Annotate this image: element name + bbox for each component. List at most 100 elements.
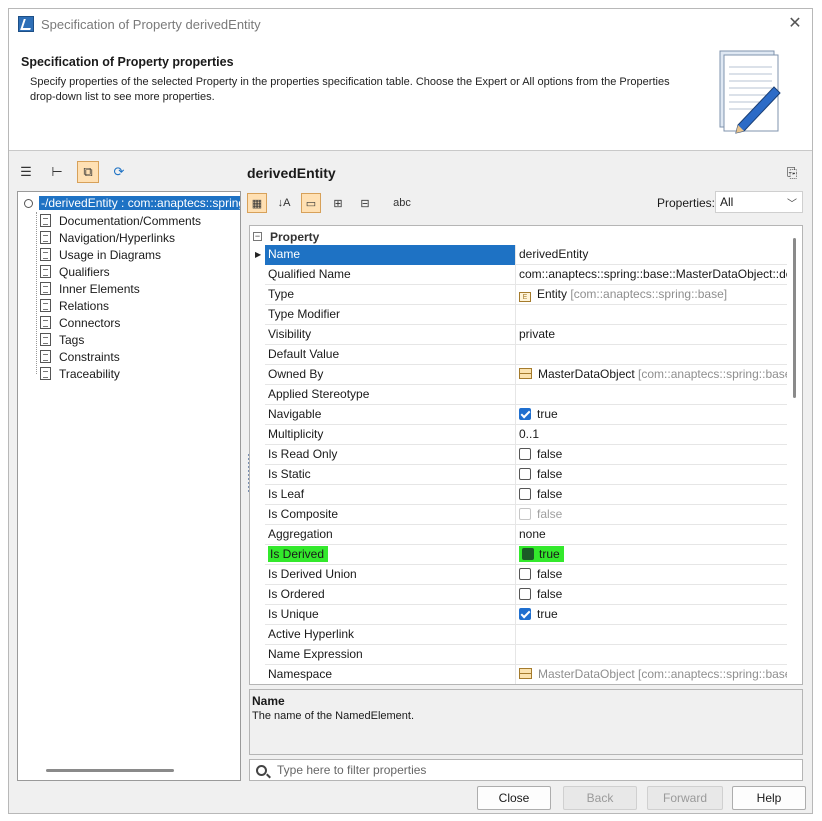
close-window-icon[interactable]: ✕	[786, 15, 804, 33]
tree-horizontal-scrollbar[interactable]	[46, 769, 174, 772]
static-checkbox[interactable]	[519, 468, 531, 480]
property-name: Is Read Only	[265, 445, 516, 465]
chevron-down-icon: ﹀	[787, 199, 797, 210]
property-value[interactable]: false	[517, 485, 787, 505]
property-value[interactable]: E Entity [com::anaptecs::spring::base]	[517, 285, 787, 305]
tree-item-connectors[interactable]: Connectors	[40, 314, 120, 331]
property-name: Is Static	[265, 465, 516, 485]
table-row[interactable]: Multiplicity 0..1	[265, 425, 787, 445]
table-row[interactable]: Name Expression	[265, 645, 787, 665]
collapse-all-icon[interactable]: ⊟	[355, 193, 375, 213]
table-row[interactable]: ▶ Name derivedEntity	[255, 245, 787, 265]
table-row[interactable]: Is Composite false	[265, 505, 787, 525]
property-value[interactable]: com::anaptecs::spring::base::MasterDataO…	[517, 265, 787, 285]
derived-union-checkbox[interactable]	[519, 568, 531, 580]
table-row[interactable]: Default Value	[265, 345, 787, 365]
leaf-checkbox[interactable]	[519, 488, 531, 500]
show-inherited-icon[interactable]: ⧉	[77, 161, 99, 183]
copy-specification-icon[interactable]: ⎘	[787, 165, 803, 181]
help-button[interactable]: Help	[732, 786, 806, 810]
spell-check-icon[interactable]: abc	[392, 193, 412, 213]
table-row[interactable]: Is Static false	[265, 465, 787, 485]
navigable-checkbox[interactable]	[519, 408, 531, 420]
tree-item-label: Usage in Diagrams	[59, 247, 162, 262]
property-value[interactable]: false	[517, 465, 787, 485]
property-value[interactable]: derivedEntity	[517, 245, 787, 265]
checkbox-value: false	[537, 487, 563, 501]
property-value[interactable]: false	[517, 565, 787, 585]
tree-item-qualifiers[interactable]: Qualifiers	[40, 263, 110, 280]
table-row[interactable]: Type Modifier	[265, 305, 787, 325]
property-value[interactable]: true	[517, 605, 787, 625]
tree-view-icon[interactable]: ⊢	[46, 161, 68, 183]
table-row[interactable]: Is Read Only false	[265, 445, 787, 465]
table-row[interactable]: Is Unique true	[265, 605, 787, 625]
table-row[interactable]: Active Hyperlink	[265, 625, 787, 645]
property-value[interactable]: 0..1	[517, 425, 787, 445]
composite-checkbox[interactable]	[519, 508, 531, 520]
collapse-icon[interactable]: −	[253, 232, 262, 241]
property-value[interactable]	[517, 385, 787, 405]
unique-checkbox[interactable]	[519, 608, 531, 620]
derived-checkbox[interactable]	[522, 548, 534, 560]
sort-alphabetical-icon[interactable]: ↓A	[274, 193, 294, 213]
table-row[interactable]: Is Derived Union false	[265, 565, 787, 585]
property-value[interactable]	[517, 625, 787, 645]
tree-item-traceability[interactable]: Traceability	[40, 365, 120, 382]
property-value[interactable]: private	[517, 325, 787, 345]
property-name: Is Derived	[265, 545, 516, 565]
table-row[interactable]: Qualified Name com::anaptecs::spring::ba…	[265, 265, 787, 285]
back-button[interactable]: Back	[563, 786, 637, 810]
property-name: Is Derived Union	[265, 565, 516, 585]
ordered-checkbox[interactable]	[519, 588, 531, 600]
table-row[interactable]: Type E Entity [com::anaptecs::spring::bas…	[265, 285, 787, 305]
expand-all-icon[interactable]: ⊞	[328, 193, 348, 213]
property-value[interactable]: none	[517, 525, 787, 545]
tree-connector	[36, 212, 37, 374]
table-row[interactable]: Is Ordered false	[265, 585, 787, 605]
tree-item-constraints[interactable]: Constraints	[40, 348, 120, 365]
read-only-checkbox[interactable]	[519, 448, 531, 460]
close-button[interactable]: Close	[477, 786, 551, 810]
refresh-icon[interactable]: ⟳	[108, 161, 130, 183]
property-value[interactable]	[517, 345, 787, 365]
property-value[interactable]: true	[517, 405, 787, 425]
tree-item-usage[interactable]: Usage in Diagrams	[40, 246, 161, 263]
property-value[interactable]	[517, 305, 787, 325]
property-value[interactable]: MasterDataObject [com::anaptecs::spring:…	[517, 665, 787, 684]
table-row[interactable]: Namespace MasterDataObject [com::anaptec…	[265, 665, 787, 684]
header-description: Specify properties of the selected Prope…	[30, 76, 670, 103]
table-row[interactable]: Aggregation none	[265, 525, 787, 545]
forward-button[interactable]: Forward	[647, 786, 723, 810]
property-value[interactable]: false	[517, 445, 787, 465]
tree-item-navigation[interactable]: Navigation/Hyperlinks	[40, 229, 175, 246]
property-name: Is Ordered	[265, 585, 516, 605]
property-name: Navigable	[265, 405, 516, 425]
property-value[interactable]: false	[517, 505, 787, 525]
property-name: Qualified Name	[265, 265, 516, 285]
grid-vertical-scrollbar[interactable]	[793, 238, 796, 398]
tree-item-tags[interactable]: Tags	[40, 331, 84, 348]
table-row[interactable]: Applied Stereotype	[265, 385, 787, 405]
table-row[interactable]: Is Derived true	[265, 545, 787, 565]
list-view-icon[interactable]: ☰	[15, 161, 37, 183]
categorized-view-icon[interactable]: ▦	[247, 193, 267, 213]
table-row[interactable]: Owned By MasterDataObject [com::anaptecs…	[265, 365, 787, 385]
property-group-header[interactable]: − Property	[250, 228, 790, 245]
tree-item-documentation[interactable]: Documentation/Comments	[40, 212, 201, 229]
property-value[interactable]: MasterDataObject [com::anaptecs::spring:…	[517, 365, 787, 385]
properties-dropdown[interactable]: All ﹀	[715, 191, 803, 213]
show-description-icon[interactable]: ▭	[301, 193, 321, 213]
filter-field[interactable]	[249, 759, 803, 781]
property-value[interactable]	[517, 645, 787, 665]
tree-item-inner-elements[interactable]: Inner Elements	[40, 280, 140, 297]
property-value[interactable]: false	[517, 585, 787, 605]
tree-item-relations[interactable]: Relations	[40, 297, 109, 314]
table-row[interactable]: Is Leaf false	[265, 485, 787, 505]
dialog-header: Specification of Property properties Spe…	[9, 39, 812, 151]
tree-root-item[interactable]: -/derivedEntity : com::anaptecs::spring:…	[20, 195, 240, 211]
property-value[interactable]: true	[517, 545, 787, 565]
table-row[interactable]: Visibility private	[265, 325, 787, 345]
table-row[interactable]: Navigable true	[265, 405, 787, 425]
filter-input[interactable]	[275, 762, 775, 778]
